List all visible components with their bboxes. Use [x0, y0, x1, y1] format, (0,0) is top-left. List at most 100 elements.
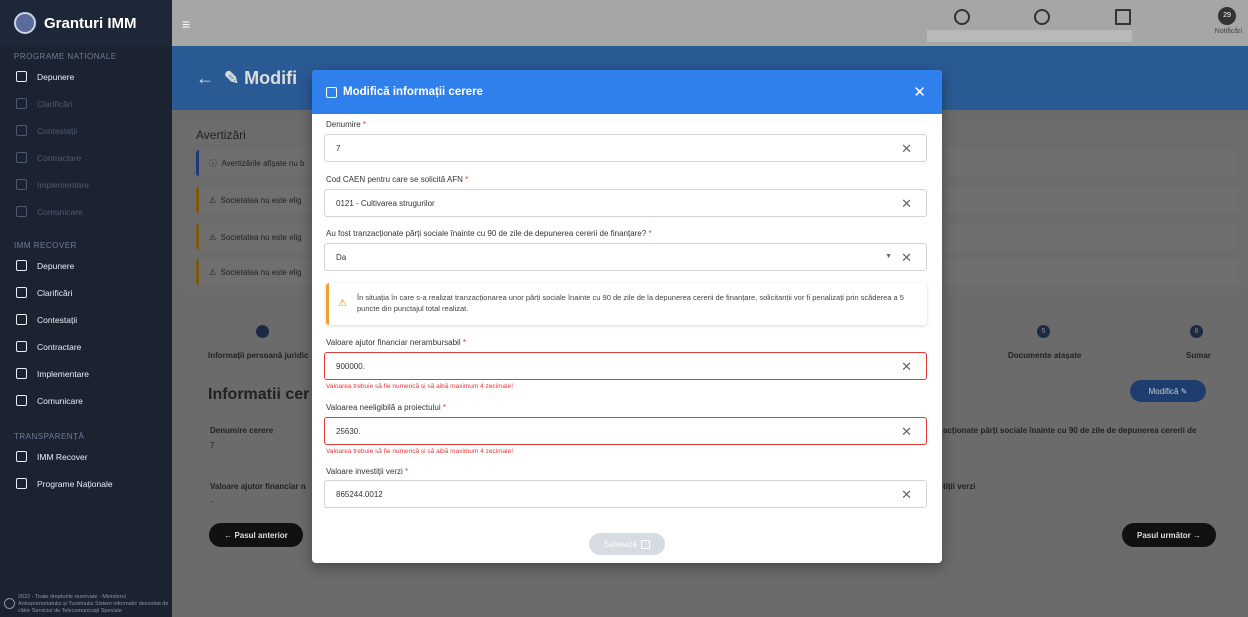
document-icon [16, 368, 27, 379]
user-icon[interactable] [1034, 9, 1050, 25]
validation-error: Valoarea trebuie să fie numerică și să a… [326, 383, 514, 390]
field-value: - [210, 497, 213, 506]
required-mark: * [465, 175, 469, 184]
warning-text: Societatea nu este elig [220, 232, 302, 242]
upload-icon [16, 260, 27, 271]
top-bar: ≡ 29 Notificări [172, 0, 1248, 46]
clear-icon[interactable]: ✕ [901, 359, 912, 375]
sidebar-item-contractare[interactable]: Contractare [0, 144, 172, 171]
sidebar-item-label: Implementare [37, 368, 89, 379]
edit-icon [326, 86, 337, 98]
input-value: 900000. [336, 361, 365, 371]
required-mark: * [648, 229, 652, 238]
search-bar[interactable] [927, 30, 1132, 42]
upload-icon [16, 71, 27, 82]
warning-icon: ⚠ [338, 298, 347, 309]
required-mark: * [462, 338, 466, 347]
sidebar-item-implementare[interactable]: Implementare [0, 360, 172, 387]
sidebar-item-implementare[interactable]: Implementare [0, 171, 172, 198]
sidebar-item-label: IMM Recover [37, 451, 88, 462]
field-label: Au fost tranzacționate părți sociale îna… [326, 229, 652, 238]
clear-icon[interactable]: ✕ [901, 250, 912, 266]
input-value: 865244.0012 [336, 489, 383, 499]
sidebar-item-comunicare[interactable]: Comunicare [0, 198, 172, 225]
required-mark: * [405, 467, 409, 476]
validation-error: Valoarea trebuie să fie numerică și să a… [326, 448, 514, 455]
sidebar-item-label: Contestații [37, 314, 78, 325]
caen-code-input[interactable]: 0121 - Cultivarea strugurilor ✕ [324, 189, 927, 217]
arrow-left-icon: ← [224, 530, 235, 540]
sidebar-item-depunere[interactable]: Depunere [0, 252, 172, 279]
modify-button-label: Modifică [1148, 386, 1179, 396]
sidebar-item-contestatii[interactable]: Contestații [0, 306, 172, 333]
clear-icon[interactable]: ✕ [901, 196, 912, 212]
brand[interactable]: Granturi IMM [0, 0, 172, 46]
required-mark: * [442, 403, 446, 412]
sidebar-item-label: Contestații [37, 125, 78, 136]
warnings-title: Avertizări [196, 128, 246, 142]
inbox-icon [16, 287, 27, 298]
close-icon[interactable]: ✕ [913, 83, 926, 101]
sidebar-item-depunere[interactable]: Depunere [0, 63, 172, 90]
clear-icon[interactable]: ✕ [901, 424, 912, 440]
modify-button[interactable]: Modifică ✎ [1130, 380, 1206, 402]
sidebar-item-label: Clarificări [37, 287, 73, 298]
inbox-icon [16, 98, 27, 109]
flag-icon [16, 314, 27, 325]
sidebar-item-contestatii[interactable]: Contestații [0, 117, 172, 144]
sidebar: Granturi IMM PROGRAME NATIONALE Depunere… [0, 0, 172, 617]
select-value: Da [336, 252, 347, 262]
checkbox-icon [16, 152, 27, 163]
chat-icon [16, 206, 27, 217]
sidebar-item-comunicare[interactable]: Comunicare [0, 387, 172, 414]
input-value: 25630. [336, 426, 361, 436]
ineligible-value-input[interactable]: 25630. ✕ [324, 417, 927, 445]
sidebar-item-programe-nationale[interactable]: Programe Naționale [0, 470, 172, 497]
list-icon [16, 478, 27, 489]
clear-icon[interactable]: ✕ [901, 141, 912, 157]
warning-text: Societatea nu este elig [220, 267, 302, 277]
section-title: Informatii cer [208, 386, 310, 403]
sidebar-item-contractare[interactable]: Contractare [0, 333, 172, 360]
field-label: Denumire cerere [210, 426, 274, 435]
save-button[interactable]: Salvează [589, 533, 665, 555]
field-label-text: Valoarea neeligibilă a proiectului [326, 403, 441, 412]
required-mark: * [362, 120, 367, 129]
green-investment-input[interactable]: 865244.0012 ✕ [324, 480, 927, 508]
sidebar-item-label: Implementare [37, 179, 89, 190]
menu-icon[interactable]: ≡ [182, 16, 190, 32]
field-label-text: Denumire [326, 120, 361, 129]
notifications-icon[interactable]: 29 [1218, 7, 1236, 25]
alert-text: În situația în care s-a realizat tranzac… [357, 293, 904, 313]
save-button-label: Salvează [604, 539, 637, 549]
previous-step-label: Pasul anterior [234, 530, 288, 540]
input-value: 0121 - Cultivarea strugurilor [336, 198, 435, 208]
sidebar-section-title: PROGRAME NATIONALE [14, 52, 117, 61]
sidebar-item-label: Comunicare [37, 395, 83, 406]
grant-value-input[interactable]: 900000. ✕ [324, 352, 927, 380]
denumire-input[interactable]: 7 ✕ [324, 134, 927, 162]
input-value: 7 [336, 143, 341, 153]
shares-traded-select[interactable]: Da ▼ ✕ [324, 243, 927, 271]
app-root: Granturi IMM PROGRAME NATIONALE Depunere… [0, 0, 1248, 617]
field-value: 7 [210, 441, 215, 450]
field-label: Denumire * [326, 120, 366, 129]
sidebar-item-imm-recover[interactable]: IMM Recover [0, 443, 172, 470]
page-title-text: Modifi [244, 68, 298, 88]
field-label: tiții verzi [943, 482, 976, 491]
chevron-down-icon[interactable]: ▼ [885, 253, 892, 260]
next-step-label: Pasul următor [1136, 530, 1191, 540]
sidebar-section-title: TRANSPARENȚĂ [14, 432, 85, 441]
sidebar-item-clarificari[interactable]: Clarificări [0, 279, 172, 306]
clock-icon[interactable] [954, 9, 970, 25]
building-icon[interactable] [1115, 9, 1131, 25]
previous-step-button[interactable]: ← Pasul anterior [209, 523, 303, 547]
sidebar-item-clarificari[interactable]: Clarificări [0, 90, 172, 117]
back-arrow-icon[interactable]: ← [196, 68, 214, 88]
next-step-button[interactable]: Pasul următor → [1122, 523, 1216, 547]
modal-title: Modifică informații cerere [343, 86, 483, 98]
arrow-right-icon: → [1190, 530, 1202, 540]
notifications-label[interactable]: Notificări [1215, 28, 1242, 35]
sidebar-item-label: Clarificări [37, 98, 73, 109]
clear-icon[interactable]: ✕ [901, 487, 912, 503]
